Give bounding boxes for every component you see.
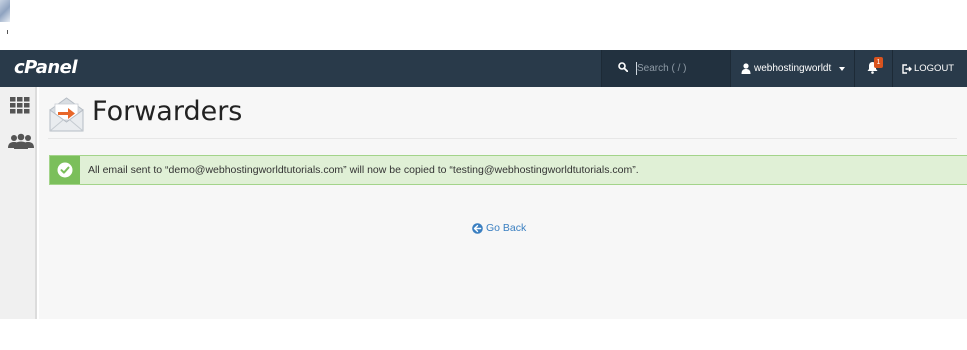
go-back-label: Go Back — [486, 222, 527, 234]
logout-button[interactable]: LOGOUT — [902, 50, 954, 87]
corner-thumbnail — [0, 0, 10, 22]
check-circle-icon — [57, 162, 73, 178]
page-bottom-area — [2, 319, 947, 350]
chevron-down-icon — [839, 66, 846, 71]
notification-badge: 1 — [874, 57, 883, 68]
search-icon — [618, 62, 628, 72]
browser-top-area — [0, 0, 967, 50]
navbar-divider — [892, 50, 893, 87]
user-menu[interactable]: webhostingworldt — [731, 50, 854, 87]
title-divider — [48, 138, 957, 139]
navbar-divider — [854, 50, 855, 87]
grid-icon[interactable] — [10, 97, 30, 114]
sidebar — [0, 87, 37, 319]
success-alert: All email sent to “demo@webhostingworldt… — [49, 155, 967, 185]
page-title: Forwarders — [92, 96, 243, 127]
arrow-left-circle-icon — [472, 222, 483, 234]
logout-label: LOGOUT — [914, 63, 955, 74]
search-box[interactable] — [601, 50, 731, 87]
alert-message: All email sent to “demo@webhostingworldt… — [88, 164, 639, 176]
corner-mark — [7, 30, 10, 34]
username: webhostingworldt — [754, 63, 832, 74]
email-forwarder-icon — [49, 97, 84, 132]
main-content: Forwarders All email sent to “demo@webho… — [39, 87, 967, 319]
users-icon[interactable] — [8, 133, 34, 149]
logout-icon — [902, 63, 912, 74]
search-input[interactable] — [637, 59, 727, 77]
alert-icon-box — [50, 156, 80, 184]
cpanel-logo[interactable]: cPanel — [14, 57, 78, 78]
go-back-link[interactable]: Go Back — [472, 222, 526, 234]
top-navbar: cPanel webhostingworldt 1 LOGOUT — [0, 50, 967, 87]
user-icon — [741, 63, 751, 74]
